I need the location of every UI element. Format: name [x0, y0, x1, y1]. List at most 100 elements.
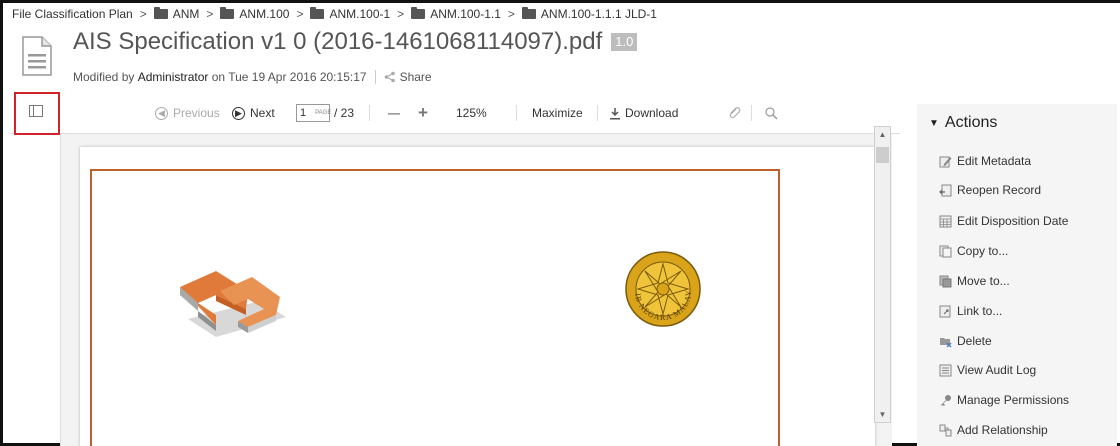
scroll-up-button[interactable]: ▲ — [875, 127, 890, 142]
scroll-down-button[interactable]: ▼ — [875, 407, 890, 422]
download-icon — [610, 107, 620, 119]
breadcrumb-label[interactable]: ANM.100-1.1.1 JLD-1 — [541, 7, 657, 21]
sidebar-icon — [29, 105, 43, 117]
edit-disposition-date-action[interactable]: Edit Disposition Date — [939, 211, 1068, 231]
maximize-label[interactable]: Maximize — [532, 106, 583, 120]
arkib-negara-seal: ARKIB NEGARA MALAYSIA — [624, 250, 701, 327]
version-badge: 1.0 — [611, 33, 638, 51]
action-label[interactable]: Move to... — [957, 274, 1010, 288]
breadcrumb-item-file-plan[interactable]: File Classification Plan — [12, 7, 133, 21]
add-relationship-action[interactable]: Add Relationship — [939, 420, 1048, 440]
page-navigator: 1 PAGE / 23 — [296, 103, 354, 123]
audit-log-icon — [939, 364, 952, 376]
page-total: / 23 — [334, 106, 355, 120]
modified-prefix: Modified by — [73, 70, 135, 84]
previous-label[interactable]: Previous — [173, 106, 220, 120]
modified-user[interactable]: Administrator — [138, 70, 209, 84]
document-viewer[interactable]: ARKIB NEGARA MALAYSIA — [60, 134, 892, 446]
reopen-record-action[interactable]: Reopen Record — [939, 180, 1041, 200]
breadcrumb-separator: > — [296, 7, 304, 21]
copy-to-action[interactable]: Copy to... — [939, 241, 1008, 261]
breadcrumb-item-anm-100-1[interactable]: ANM.100-1 — [310, 7, 390, 21]
scrollbar-thumb[interactable] — [876, 147, 889, 163]
organization-logo — [180, 271, 286, 337]
previous-button[interactable]: ◀ Previous — [155, 103, 220, 123]
next-button[interactable]: ▶ Next — [232, 103, 275, 123]
action-label[interactable]: Edit Metadata — [957, 154, 1031, 168]
folder-icon — [411, 7, 426, 19]
download-label[interactable]: Download — [625, 106, 678, 120]
action-label[interactable]: Copy to... — [957, 244, 1008, 258]
zoom-in-button[interactable]: + — [418, 103, 428, 123]
breadcrumb-separator: > — [206, 7, 214, 21]
breadcrumb-item-anm-100[interactable]: ANM.100 — [220, 7, 289, 21]
divider — [751, 105, 752, 121]
zoom-level-value[interactable]: 125% — [456, 106, 487, 120]
copy-icon — [939, 245, 952, 257]
download-button[interactable]: Download — [609, 103, 678, 123]
search-button[interactable] — [765, 103, 778, 123]
action-label[interactable]: Edit Disposition Date — [957, 214, 1068, 228]
folder-icon — [521, 7, 536, 19]
folder-icon — [153, 7, 168, 19]
share-label[interactable]: Share — [400, 70, 432, 84]
collapse-triangle-icon: ▼ — [929, 117, 939, 129]
breadcrumb-separator: > — [397, 7, 405, 21]
page-border: ARKIB NEGARA MALAYSIA — [90, 169, 780, 446]
breadcrumb-item-jld-1[interactable]: ANM.100-1.1.1 JLD-1 — [521, 7, 657, 21]
document-title: AIS Specification v1 0 (2016-14610681140… — [73, 28, 603, 55]
actions-panel: ▼ Actions Edit Metadata Reopen Record Ed… — [917, 104, 1117, 446]
viewer-scrollbar[interactable]: ▲ ▼ — [874, 126, 891, 423]
actions-header[interactable]: ▼ Actions — [929, 114, 997, 132]
action-label[interactable]: Add Relationship — [957, 423, 1048, 437]
modified-info: Modified by Administrator on Tue 19 Apr … — [73, 70, 432, 84]
divider — [369, 105, 370, 121]
zoom-level[interactable]: 125% — [456, 103, 487, 123]
page-number-value[interactable]: 1 — [300, 107, 306, 119]
manage-permissions-action[interactable]: Manage Permissions — [939, 390, 1069, 410]
action-label[interactable]: View Audit Log — [957, 363, 1036, 377]
breadcrumb-item-anm-100-1-1[interactable]: ANM.100-1.1 — [411, 7, 501, 21]
delete-action[interactable]: Delete — [939, 331, 992, 351]
modified-date: on Tue 19 Apr 2016 20:15:17 — [211, 70, 367, 84]
breadcrumb-label[interactable]: ANM.100-1 — [329, 7, 390, 21]
next-label[interactable]: Next — [250, 106, 275, 120]
share-button[interactable]: Share — [384, 70, 432, 84]
view-audit-log-action[interactable]: View Audit Log — [939, 360, 1036, 380]
delete-folder-icon — [940, 337, 952, 347]
actions-title[interactable]: Actions — [945, 114, 997, 132]
sidebar-toggle-button[interactable] — [14, 92, 60, 135]
move-to-action[interactable]: Move to... — [939, 271, 1010, 291]
action-label[interactable]: Manage Permissions — [957, 393, 1069, 407]
link-to-action[interactable]: Link to... — [939, 301, 1002, 321]
breadcrumb-label[interactable]: ANM — [173, 7, 200, 21]
share-icon — [384, 71, 395, 83]
folder-icon — [220, 7, 235, 19]
action-label[interactable]: Delete — [957, 334, 992, 348]
plus-icon: + — [418, 103, 428, 122]
folder-icon — [310, 7, 325, 19]
edit-metadata-action[interactable]: Edit Metadata — [939, 151, 1031, 171]
breadcrumb-label[interactable]: ANM.100-1.1 — [430, 7, 501, 21]
attachment-button[interactable] — [727, 103, 741, 123]
breadcrumb-label[interactable]: File Classification Plan — [12, 7, 133, 21]
arrow-left-icon: ◀ — [155, 106, 168, 120]
breadcrumb-item-anm[interactable]: ANM — [153, 7, 200, 21]
action-label[interactable]: Link to... — [957, 304, 1002, 318]
document-icon — [22, 36, 52, 76]
maximize-button[interactable]: Maximize — [532, 103, 583, 123]
action-label[interactable]: Reopen Record — [957, 183, 1041, 197]
divider — [374, 70, 376, 84]
breadcrumb-label[interactable]: ANM.100 — [239, 7, 289, 21]
calendar-icon — [939, 215, 952, 227]
key-icon — [941, 394, 951, 406]
breadcrumb-separator: > — [507, 7, 515, 21]
paperclip-icon — [729, 107, 741, 119]
zoom-out-button[interactable]: — — [388, 103, 400, 123]
arrow-right-icon: ▶ — [232, 106, 245, 120]
relationship-icon — [939, 424, 952, 436]
search-icon — [765, 106, 778, 119]
breadcrumb-separator: > — [139, 7, 147, 21]
edit-metadata-icon — [939, 156, 952, 167]
page-number-input[interactable]: 1 PAGE — [296, 104, 331, 122]
